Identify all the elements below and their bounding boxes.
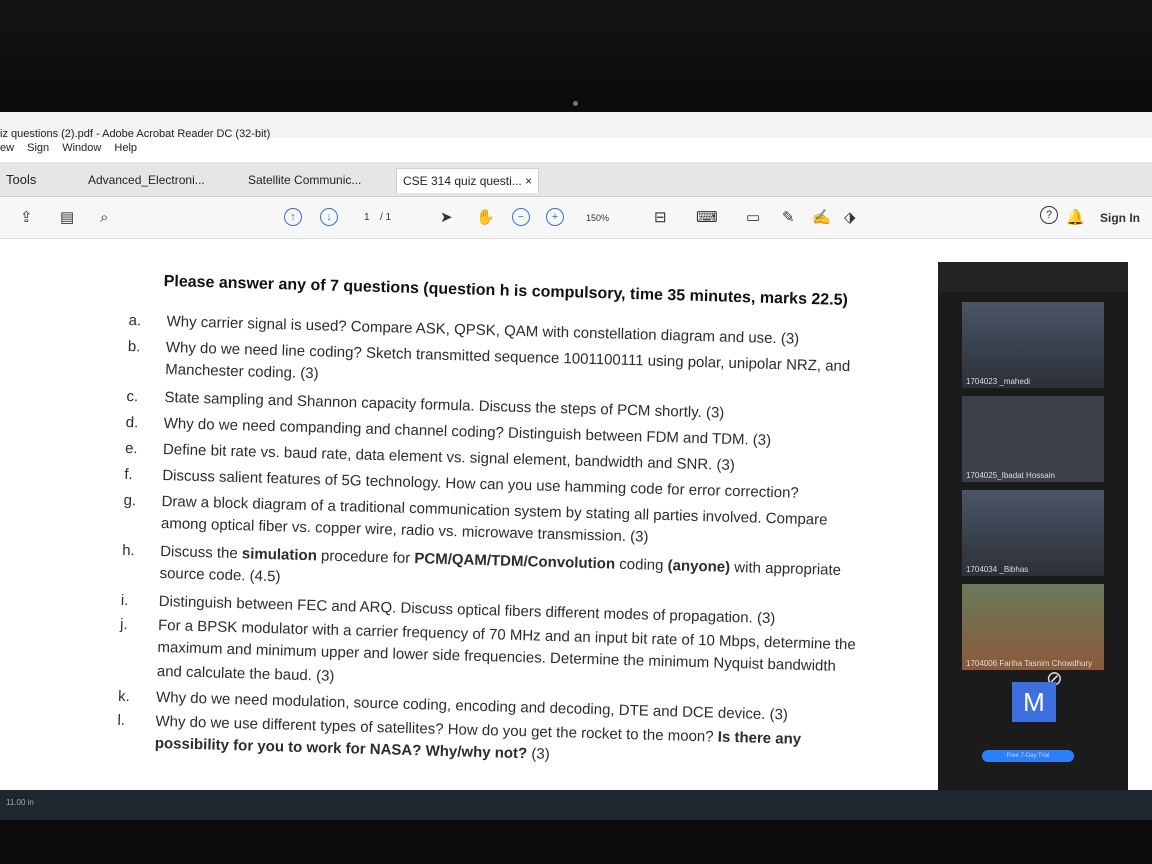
question-j-cont2: and calculate the baud. (3): [156, 662, 335, 685]
next-page-icon[interactable]: ↓: [320, 208, 338, 226]
quiz-heading: Please answer any of 7 questions (questi…: [163, 272, 849, 310]
sign-icon[interactable]: ✍: [812, 208, 831, 228]
question-label: d.: [125, 413, 139, 432]
print-icon[interactable]: ▤: [60, 208, 74, 228]
page-size-label: 11.00 in: [6, 798, 34, 807]
question-label: l.: [117, 711, 126, 730]
comment-icon[interactable]: ▭: [746, 208, 760, 228]
pdf-document: Please answer any of 7 questions (questi…: [115, 272, 949, 812]
tab-advanced-electronics[interactable]: Advanced_Electroni...: [82, 168, 211, 192]
participant-tile[interactable]: ⊘ 1704025_Ibadat Hossain: [962, 396, 1104, 690]
question-label: f.: [124, 465, 133, 484]
menu-help[interactable]: Help: [114, 142, 137, 154]
question-label: b.: [127, 337, 141, 356]
webcam-icon: [573, 101, 578, 106]
participant-name: 1704006 Fariha Tasnim Chowdhury: [966, 659, 1093, 668]
highlight-icon[interactable]: ✎: [782, 208, 795, 228]
taskbar: [0, 790, 1152, 820]
zoom-meeting-panel: 1704023 _mahedi ⊘ 1704025_Ibadat Hossain…: [938, 262, 1128, 812]
help-icon[interactable]: ?: [1040, 206, 1058, 224]
participant-name: 1704023 _mahedi: [966, 377, 1031, 386]
tab-tools[interactable]: Tools: [0, 168, 42, 192]
stamp-icon[interactable]: ⬗: [844, 208, 856, 228]
keyboard-icon[interactable]: ⌨: [696, 208, 718, 228]
window-titlebar: iz questions (2).pdf - Adobe Acrobat Rea…: [0, 112, 1152, 140]
question-label: g.: [123, 491, 137, 510]
laptop-bezel-top: [0, 0, 1152, 110]
question-label: e.: [124, 439, 138, 458]
page-layout-icon[interactable]: ⊟: [654, 208, 667, 228]
menu-window[interactable]: Window: [62, 142, 101, 154]
zoom-out-icon[interactable]: −: [512, 208, 530, 226]
screen: iz questions (2).pdf - Adobe Acrobat Rea…: [0, 112, 1152, 812]
select-cursor-icon[interactable]: ➤: [440, 208, 453, 228]
question-b-cont: Manchester coding. (3): [165, 361, 319, 383]
search-icon[interactable]: ⌕: [100, 208, 108, 228]
participant-tile[interactable]: 1704006 Fariha Tasnim Chowdhury: [962, 584, 1104, 670]
share-icon[interactable]: ⇪: [20, 208, 33, 228]
free-trial-button[interactable]: Free 7-Day Trial: [982, 750, 1074, 762]
participant-tile[interactable]: 1704023 _mahedi: [962, 302, 1104, 388]
question-h-cont: source code. (4.5): [159, 564, 281, 586]
question-label: a.: [128, 311, 142, 330]
participant-name: 1704025_Ibadat Hossain: [966, 471, 1055, 480]
page-current[interactable]: 1: [364, 208, 370, 228]
avatar[interactable]: M: [1012, 682, 1056, 722]
window-title: iz questions (2).pdf - Adobe Acrobat Rea…: [0, 128, 271, 140]
question-label: c.: [126, 387, 139, 406]
zoom-in-icon[interactable]: +: [546, 208, 564, 226]
participant-tile[interactable]: 1704034 _Bibhas: [962, 490, 1104, 576]
question-label: h.: [121, 541, 135, 560]
page-total: / 1: [380, 212, 392, 223]
prev-page-icon[interactable]: ↑: [284, 208, 302, 226]
sign-in-button[interactable]: Sign In: [1100, 208, 1140, 228]
menu-sign[interactable]: Sign: [27, 142, 49, 154]
participant-name: 1704034 _Bibhas: [966, 565, 1029, 574]
hand-tool-icon[interactable]: ✋: [476, 208, 495, 228]
zoom-level[interactable]: 150%: [586, 208, 609, 228]
menu-view[interactable]: ew: [0, 142, 14, 154]
tab-satellite-communication[interactable]: Satellite Communic...: [242, 168, 367, 192]
laptop-bezel-bottom: [0, 820, 1152, 864]
menu-bar: ew Sign Window Help: [0, 142, 147, 160]
question-label: i.: [120, 591, 129, 610]
bell-icon[interactable]: 🔔: [1066, 208, 1085, 228]
tab-bar: Tools Advanced_Electroni... Satellite Co…: [0, 162, 1152, 197]
question-label: j.: [119, 615, 128, 634]
zoom-panel-header: [938, 262, 1128, 292]
toolbar: ⇪ ▤ ⌕ ↑ ↓ 1 / 1 ➤ ✋ − + 150% ⊟ ⌨ ▭ ✎ ✍ ⬗…: [0, 198, 1152, 239]
question-label: k.: [117, 687, 131, 706]
tab-cse314-quiz[interactable]: CSE 314 quiz questi... ×: [396, 168, 540, 193]
